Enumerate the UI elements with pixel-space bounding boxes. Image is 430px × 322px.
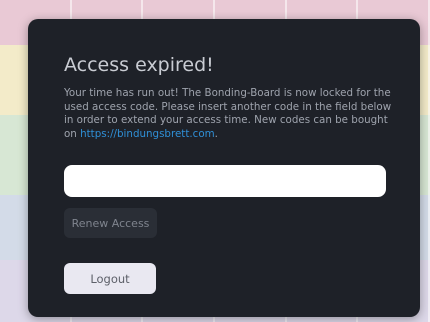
logout-button[interactable]: Logout [64, 263, 156, 294]
message-end: . [214, 127, 218, 140]
access-expired-dialog: Access expired! Your time has run out! T… [28, 19, 420, 317]
renew-access-button[interactable]: Renew Access [64, 208, 157, 238]
access-code-input[interactable] [64, 165, 386, 197]
shop-link[interactable]: https://bindungsbrett.com [80, 128, 215, 140]
dialog-message: Your time has run out! The Bonding-Board… [64, 87, 394, 141]
dialog-title: Access expired! [64, 54, 214, 76]
